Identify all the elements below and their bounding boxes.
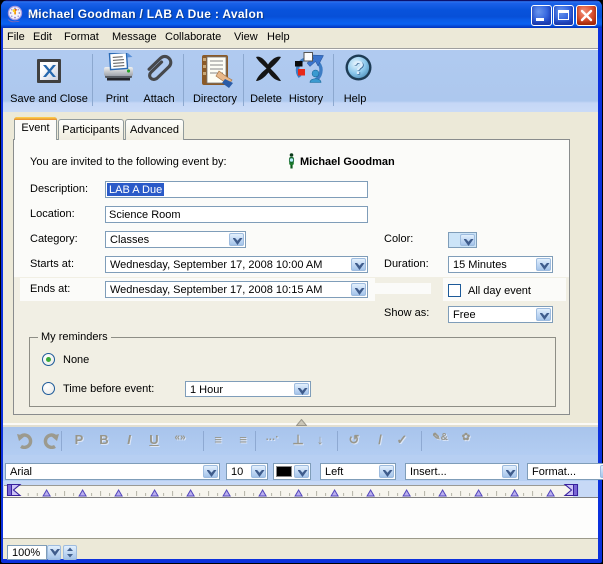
- svg-text:?: ?: [353, 58, 364, 78]
